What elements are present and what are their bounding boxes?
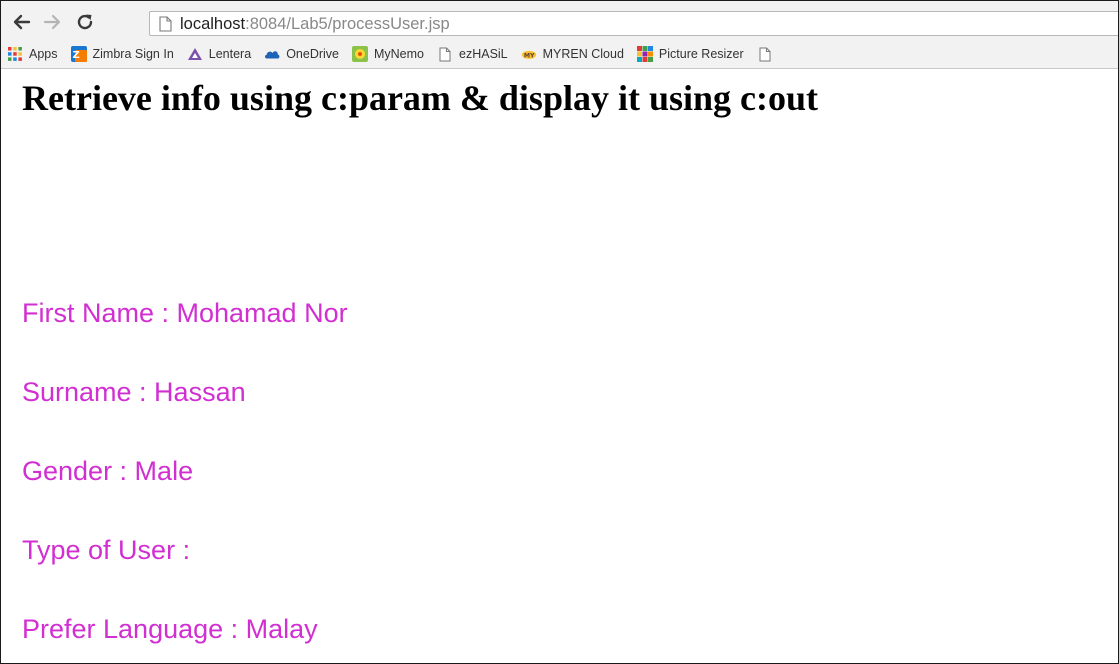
- bookmark-label: Lentera: [208, 47, 252, 61]
- page-title: Retrieve info using c:param & display it…: [22, 78, 818, 118]
- forward-button[interactable]: [37, 7, 67, 37]
- bookmark-label: Apps: [29, 47, 58, 61]
- prefer-language-text: Prefer Language : Malay: [22, 614, 318, 644]
- onedrive-icon: [264, 46, 280, 62]
- bookmark-label: ezHASiL: [459, 47, 508, 61]
- gender-text: Gender : Male: [22, 456, 194, 486]
- url-text: localhost:8084/Lab5/processUser.jsp: [180, 13, 450, 35]
- first-name-text: First Name : Mohamad Nor: [22, 298, 348, 328]
- reload-icon: [77, 14, 93, 30]
- picture-resizer-icon: [636, 46, 653, 62]
- bookmark-label: Zimbra Sign In: [92, 47, 174, 61]
- url-path: :8084/Lab5/processUser.jsp: [245, 14, 450, 33]
- bookmark-label: Picture Resizer: [658, 47, 744, 61]
- page-icon: [757, 46, 773, 62]
- surname-text: Surname : Hassan: [22, 377, 246, 407]
- bookmarks-bar: Apps Z Zimbra Sign In Lentera OneDrive M…: [1, 39, 1118, 69]
- bookmark-onedrive[interactable]: OneDrive: [258, 42, 346, 66]
- bookmark-myren-cloud[interactable]: MY MYREN Cloud: [515, 42, 631, 66]
- bookmark-label: OneDrive: [286, 47, 339, 61]
- apps-grid-icon: [7, 46, 23, 62]
- address-bar[interactable]: localhost:8084/Lab5/processUser.jsp: [149, 11, 1118, 36]
- url-host: localhost: [180, 14, 246, 33]
- page-icon: [156, 15, 174, 33]
- bookmark-mynemo[interactable]: MyNemo: [346, 42, 431, 66]
- bookmark-label: MYREN Cloud: [542, 47, 624, 61]
- page-icon: [437, 46, 453, 62]
- svg-text:Z: Z: [72, 50, 79, 61]
- bookmark-picture-resizer[interactable]: Picture Resizer: [631, 42, 751, 66]
- myren-icon: MY: [521, 46, 537, 62]
- forward-arrow-icon: [43, 14, 61, 30]
- bookmark-lentera[interactable]: Lentera: [181, 42, 258, 66]
- svg-text:MY: MY: [523, 53, 534, 60]
- back-button[interactable]: [7, 7, 37, 37]
- browser-window: localhost:8084/Lab5/processUser.jsp Apps: [0, 0, 1119, 664]
- back-arrow-icon: [13, 14, 31, 30]
- bookmark-ezhasil[interactable]: ezHASiL: [431, 42, 515, 66]
- lentera-icon: [187, 46, 203, 62]
- bookmark-label: MyNemo: [373, 47, 424, 61]
- browser-toolbar: localhost:8084/Lab5/processUser.jsp Apps: [1, 1, 1118, 69]
- zimbra-icon: Z: [70, 46, 87, 62]
- mynemo-icon: [351, 46, 368, 62]
- bookmark-zimbra[interactable]: Z Zimbra Sign In: [65, 42, 181, 66]
- type-of-user-text: Type of User :: [22, 535, 191, 565]
- bookmark-apps[interactable]: Apps: [1, 42, 65, 66]
- bookmark-overflow[interactable]: [751, 42, 786, 66]
- reload-button[interactable]: [69, 7, 101, 37]
